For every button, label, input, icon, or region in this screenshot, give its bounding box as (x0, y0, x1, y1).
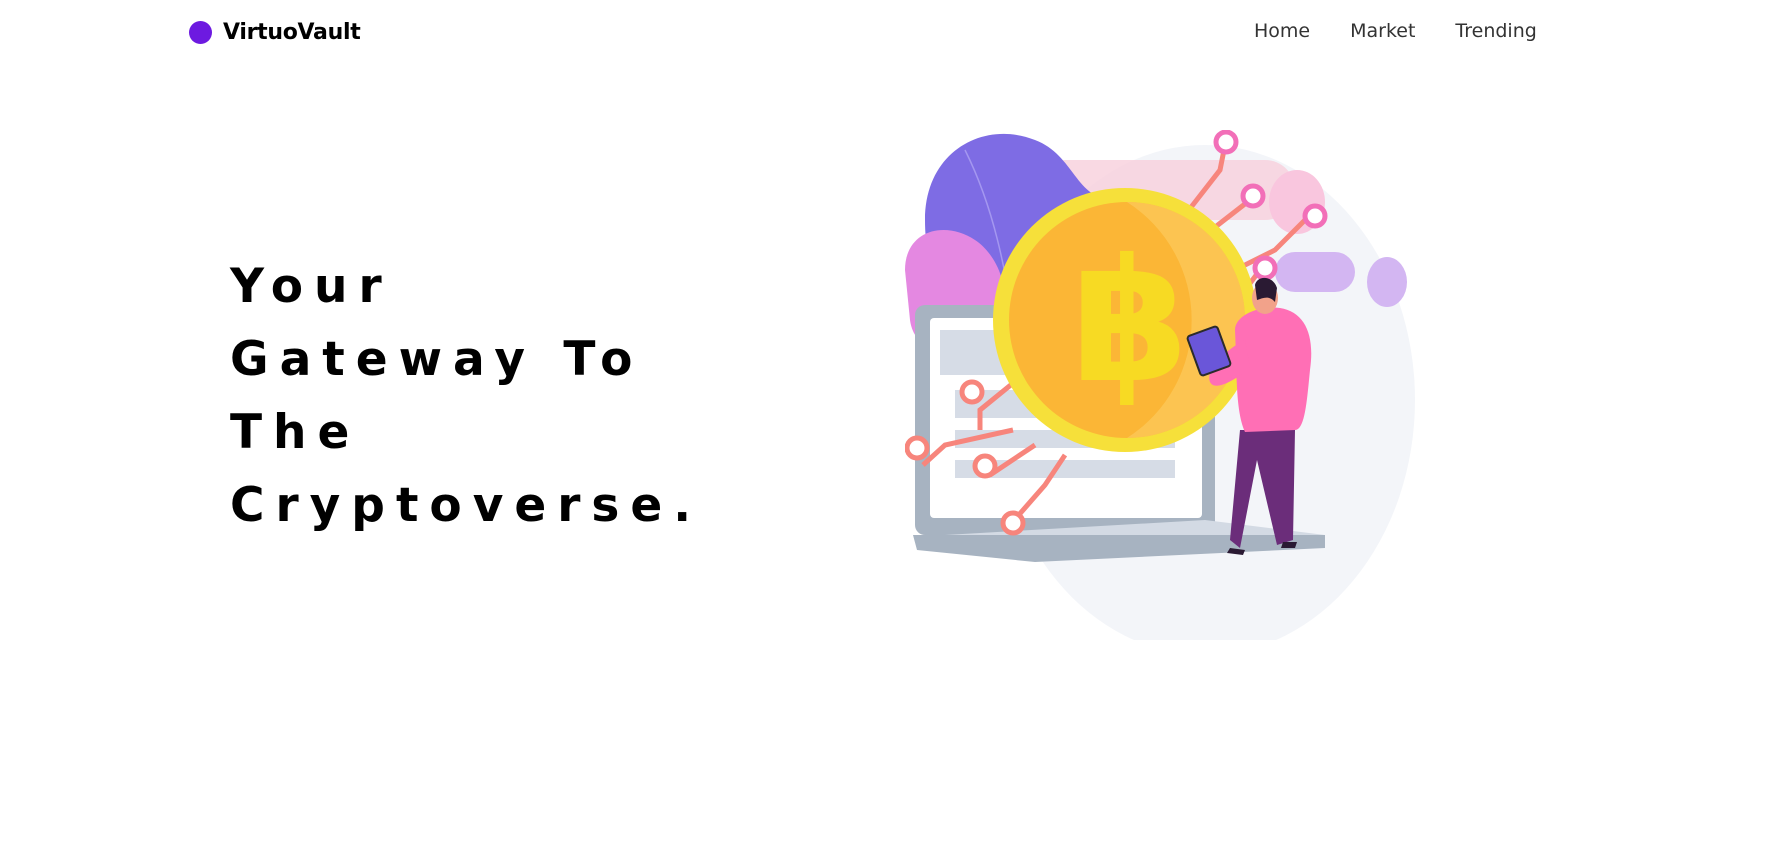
lavender-bubble (1367, 257, 1407, 307)
top-navbar: VirtuoVault Home Market Trending (0, 0, 1785, 66)
nav-link-trending[interactable]: Trending (1455, 20, 1536, 42)
hero-title-line: Your (230, 259, 393, 314)
person-shoe (1281, 542, 1297, 548)
hero-title-line: The (230, 405, 361, 460)
brand[interactable]: VirtuoVault (189, 20, 361, 45)
brand-name: VirtuoVault (223, 20, 361, 45)
crypto-illustration-svg: ฿ (904, 129, 1415, 655)
crypto-illustration: ฿ (904, 129, 1425, 655)
nav-link-market[interactable]: Market (1350, 20, 1415, 42)
hero-title-line: Gateway To (230, 332, 644, 387)
nav-links: Home Market Trending (1254, 20, 1577, 42)
bitcoin-icon: ฿ (1071, 223, 1189, 421)
hero-title-line: Cryptoverse. (230, 478, 703, 533)
brand-logo-dot (189, 21, 212, 44)
nav-link-home[interactable]: Home (1254, 20, 1310, 42)
lavender-pill (1275, 252, 1355, 292)
hero-title: Your Gateway To The Cryptoverse. (230, 250, 702, 542)
